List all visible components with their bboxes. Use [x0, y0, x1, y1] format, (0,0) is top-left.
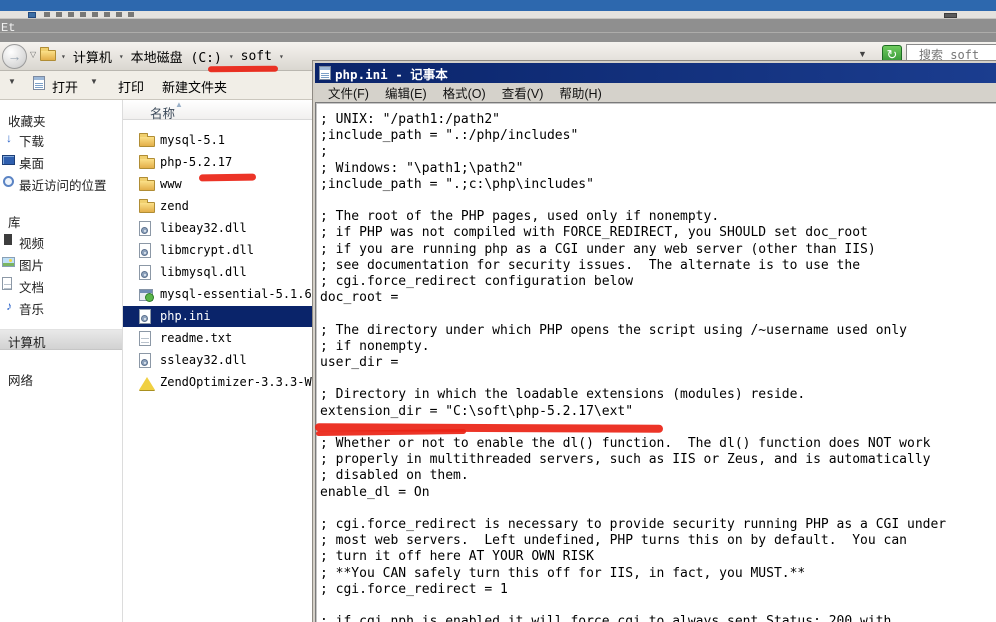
sidebar-item-videos[interactable]: 视频 — [19, 233, 44, 252]
sidebar-item-desktop[interactable]: 桌面 — [19, 153, 44, 172]
organize-menu-caret-icon[interactable]: ▼ — [8, 77, 16, 86]
desktop-icon — [2, 153, 16, 167]
menu-help[interactable]: 帮助(H) — [551, 83, 609, 102]
folder-icon — [139, 177, 155, 192]
file-row-libmysql[interactable]: libmysql.dll — [123, 262, 315, 283]
notepad-file-icon — [33, 76, 45, 90]
warning-triangle-icon — [139, 375, 155, 390]
pictures-icon — [2, 255, 16, 269]
open-dropdown-icon[interactable]: ▼ — [90, 77, 98, 86]
file-row-ssleay32[interactable]: ssleay32.dll — [123, 350, 315, 371]
menu-format[interactable]: 格式(O) — [435, 83, 494, 102]
forward-button[interactable]: → — [2, 44, 27, 69]
background-window-button — [944, 13, 957, 18]
background-window-titlebar — [0, 0, 996, 11]
background-window-title-text — [44, 12, 134, 17]
file-row-readme[interactable]: readme.txt — [123, 328, 315, 349]
sidebar-section-favorites[interactable]: 收藏夹 — [8, 111, 46, 130]
background-window-frame — [0, 11, 996, 19]
divider — [0, 32, 996, 33]
column-header-name[interactable]: 名称 ▲ — [123, 100, 315, 120]
red-marker-under-soft — [208, 66, 278, 73]
file-row-php-5.2.17[interactable]: php-5.2.17 — [123, 152, 315, 173]
breadcrumb-folder-icon — [40, 47, 56, 61]
notepad-title: php.ini - 记事本 — [335, 64, 448, 83]
text-file-icon — [139, 331, 155, 346]
sidebar-item-pictures[interactable]: 图片 — [19, 255, 44, 274]
sidebar-item-music[interactable]: 音乐 — [19, 299, 44, 318]
ini-file-icon — [139, 309, 155, 324]
notepad-icon — [319, 66, 331, 80]
menu-file[interactable]: 文件(F) — [320, 83, 377, 102]
file-row-mysql-5.1[interactable]: mysql-5.1 — [123, 130, 315, 151]
file-row-mysql-essential[interactable]: mysql-essential-5.1.63-wi — [123, 284, 315, 305]
file-row-zendoptimizer[interactable]: ZendOptimizer-3.3.3-Windo — [123, 372, 315, 393]
notepad-text-area[interactable]: ; UNIX: "/path1:/path2" ;include_path = … — [315, 102, 996, 622]
installer-icon — [139, 287, 155, 302]
background-window-icon — [28, 12, 36, 18]
sort-ascending-icon: ▲ — [175, 100, 183, 109]
chevron-down-icon[interactable]: ▾ — [118, 52, 125, 61]
notepad-window: php.ini - 记事本 文件(F) 编辑(E) 格式(O) 查看(V) 帮助… — [312, 60, 996, 622]
dll-file-icon — [139, 243, 155, 258]
breadcrumb: ▾ 计算机 ▾ 本地磁盘 (C:) ▾ soft ▾ — [60, 46, 285, 67]
column-header-label: 名称 — [150, 103, 175, 122]
chevron-down-icon[interactable]: ▾ — [228, 52, 235, 61]
php-ini-content: ; UNIX: "/path1:/path2" ;include_path = … — [315, 102, 996, 622]
chevron-down-icon[interactable]: ▾ — [60, 52, 67, 61]
chevron-down-icon[interactable]: ▾ — [278, 52, 285, 61]
print-button[interactable]: 打印 — [118, 77, 144, 96]
videos-icon — [2, 233, 16, 247]
folder-icon — [139, 155, 155, 170]
sidebar-section-network[interactable]: 网络 — [8, 370, 33, 389]
address-dropdown-icon[interactable]: ▼ — [858, 49, 867, 59]
sidebar-section-computer[interactable]: 计算机 — [8, 332, 46, 351]
folder-icon — [139, 199, 155, 214]
menu-edit[interactable]: 编辑(E) — [377, 83, 435, 102]
red-marker-under-php-folder — [199, 174, 256, 182]
file-row-libeay32[interactable]: libeay32.dll — [123, 218, 315, 239]
forward-arrow-icon: → — [8, 48, 22, 64]
music-icon: ♪ — [2, 299, 16, 313]
open-button[interactable]: 打开 — [52, 77, 78, 96]
menu-view[interactable]: 查看(V) — [494, 83, 552, 102]
sidebar-item-downloads[interactable]: 下载 — [19, 131, 44, 150]
breadcrumb-local-disk-c[interactable]: 本地磁盘 (C:) — [129, 47, 224, 66]
sidebar-item-documents[interactable]: 文档 — [19, 277, 44, 296]
documents-icon — [2, 277, 16, 291]
breadcrumb-soft[interactable]: soft — [239, 49, 274, 64]
background-gray-band — [0, 19, 996, 42]
notepad-title-bar[interactable]: php.ini - 记事本 — [315, 63, 996, 83]
background-fragment-text: Et — [1, 21, 15, 35]
download-icon: ↓ — [2, 131, 16, 145]
dll-file-icon — [139, 353, 155, 368]
new-folder-button[interactable]: 新建文件夹 — [162, 77, 227, 96]
file-row-libmcrypt[interactable]: libmcrypt.dll — [123, 240, 315, 261]
recent-places-icon — [2, 175, 16, 189]
nav-history-chevron-icon[interactable]: ▽ — [30, 50, 36, 59]
sidebar-section-libraries[interactable]: 库 — [8, 212, 21, 231]
folder-icon — [139, 133, 155, 148]
file-row-zend[interactable]: zend — [123, 196, 315, 217]
file-row-php-ini-selected[interactable]: php.ini — [123, 306, 313, 327]
sidebar-item-recent-places[interactable]: 最近访问的位置 — [19, 175, 107, 194]
breadcrumb-computer[interactable]: 计算机 — [71, 47, 114, 66]
notepad-menu-bar: 文件(F) 编辑(E) 格式(O) 查看(V) 帮助(H) — [315, 83, 996, 102]
dll-file-icon — [139, 265, 155, 280]
dll-file-icon — [139, 221, 155, 236]
